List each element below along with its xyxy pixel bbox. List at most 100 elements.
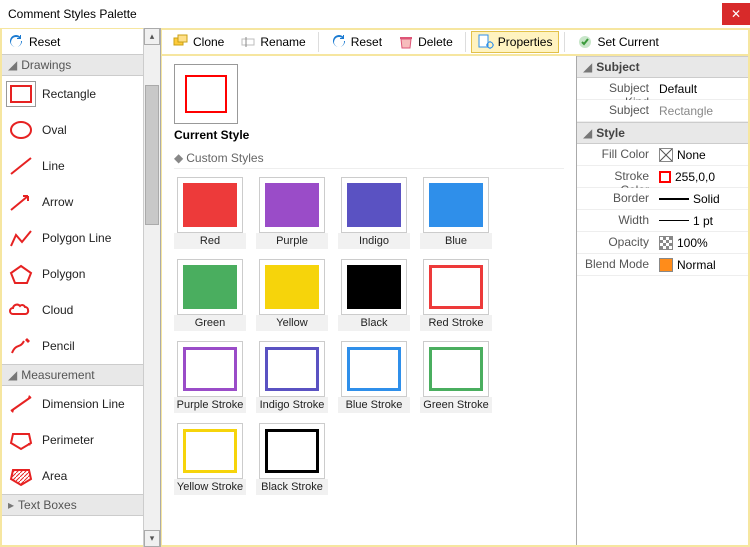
rectangle-icon <box>429 183 483 227</box>
group-subject[interactable]: ◢Subject <box>577 56 748 78</box>
style-thumb <box>259 177 325 233</box>
style-label: Purple <box>256 233 328 249</box>
style-thumb <box>423 341 489 397</box>
sidebar-item-cloud[interactable]: Cloud <box>2 292 143 328</box>
rectangle-icon <box>185 75 227 113</box>
sidebar-reset-button[interactable]: Reset <box>28 31 61 53</box>
sidebar-group-drawings[interactable]: ◢Drawings <box>2 55 143 76</box>
line-icon <box>6 153 36 179</box>
style-label: Yellow <box>256 315 328 331</box>
style-purple[interactable]: Purple <box>256 177 328 249</box>
close-button[interactable]: ✕ <box>722 3 750 25</box>
style-thumb <box>341 259 407 315</box>
sidebar-scrollbar[interactable]: ▴ ▾ <box>143 28 160 547</box>
border-value[interactable]: Solid <box>655 188 748 209</box>
opacity-value[interactable]: 100% <box>655 232 748 253</box>
style-label: Yellow Stroke <box>174 479 246 495</box>
rectangle-icon <box>183 183 237 227</box>
style-blue[interactable]: Blue <box>420 177 492 249</box>
width-value[interactable]: 1 pt <box>655 210 748 231</box>
sidebar-item-polygon-line[interactable]: Polygon Line <box>2 220 143 256</box>
arrow-icon <box>6 189 36 215</box>
sidebar-item-area[interactable]: Area <box>2 458 143 494</box>
rectangle-icon <box>183 265 237 309</box>
style-thumb <box>177 423 243 479</box>
rename-icon <box>240 34 256 50</box>
sidebar-group-text-boxes[interactable]: ▸Text Boxes <box>2 494 143 516</box>
style-thumb <box>177 341 243 397</box>
style-green[interactable]: Green <box>174 259 246 331</box>
properties-button[interactable]: Properties <box>471 31 560 53</box>
fill-color-value[interactable]: None <box>655 144 748 165</box>
cloud-icon <box>6 297 36 323</box>
dimension-icon <box>6 391 36 417</box>
scroll-up-icon[interactable]: ▴ <box>144 28 160 45</box>
style-thumb <box>259 341 325 397</box>
sidebar-item-perimeter[interactable]: Perimeter <box>2 422 143 458</box>
style-black[interactable]: Black <box>338 259 410 331</box>
sidebar-group-measurement[interactable]: ◢Measurement <box>2 364 143 386</box>
style-label: Purple Stroke <box>174 397 246 413</box>
style-indigo[interactable]: Indigo <box>338 177 410 249</box>
style-label: Red Stroke <box>420 315 492 331</box>
style-thumb <box>177 177 243 233</box>
style-thumb <box>259 259 325 315</box>
sidebar-item-label: Polygon <box>42 267 85 281</box>
current-style-label: Current Style <box>174 128 564 142</box>
style-red[interactable]: Red <box>174 177 246 249</box>
chevron-down-icon: ◢ <box>8 368 17 382</box>
set-current-button[interactable]: Set Current <box>570 31 665 53</box>
sidebar-item-label: Pencil <box>42 339 75 353</box>
sidebar-item-label: Rectangle <box>42 87 96 101</box>
opacity-swatch-icon <box>659 236 673 250</box>
group-style[interactable]: ◢Style <box>577 122 748 144</box>
current-style-thumb[interactable] <box>174 64 238 124</box>
toolbar-separator <box>564 32 565 52</box>
style-green-stroke[interactable]: Green Stroke <box>420 341 492 413</box>
reset-button[interactable]: Reset <box>324 31 389 53</box>
sidebar-item-rectangle[interactable]: Rectangle <box>2 76 143 112</box>
scroll-down-icon[interactable]: ▾ <box>144 530 160 547</box>
rectangle-icon <box>265 347 319 391</box>
style-yellow[interactable]: Yellow <box>256 259 328 331</box>
style-blue-stroke[interactable]: Blue Stroke <box>338 341 410 413</box>
rect-icon <box>6 81 36 107</box>
sidebar-item-label: Arrow <box>42 195 73 209</box>
sidebar-item-label: Perimeter <box>42 433 94 447</box>
style-label: Black Stroke <box>256 479 328 495</box>
sidebar-item-pencil[interactable]: Pencil <box>2 328 143 364</box>
style-thumb <box>341 341 407 397</box>
style-yellow-stroke[interactable]: Yellow Stroke <box>174 423 246 495</box>
sidebar-item-label: Oval <box>42 123 67 137</box>
rectangle-icon <box>265 265 319 309</box>
sidebar-item-oval[interactable]: Oval <box>2 112 143 148</box>
sidebar-reset-label: Reset <box>29 35 60 49</box>
style-label: Green <box>174 315 246 331</box>
delete-button[interactable]: Delete <box>391 31 460 53</box>
rectangle-icon <box>183 347 237 391</box>
style-black-stroke[interactable]: Black Stroke <box>256 423 328 495</box>
subject-kind-value[interactable]: Default <box>655 78 748 99</box>
custom-styles-header[interactable]: ◆Custom Styles <box>174 148 564 169</box>
rename-button[interactable]: Rename <box>233 31 312 53</box>
sidebar-item-line[interactable]: Line <box>2 148 143 184</box>
sidebar-item-dimension-line[interactable]: Dimension Line <box>2 386 143 422</box>
perimeter-icon <box>6 427 36 453</box>
subject-value[interactable]: Rectangle <box>655 100 748 121</box>
style-thumb <box>423 259 489 315</box>
style-red-stroke[interactable]: Red Stroke <box>420 259 492 331</box>
blend-mode-value[interactable]: Normal <box>655 254 748 275</box>
scroll-thumb[interactable] <box>145 85 159 225</box>
area-icon <box>6 463 36 489</box>
style-indigo-stroke[interactable]: Indigo Stroke <box>256 341 328 413</box>
style-purple-stroke[interactable]: Purple Stroke <box>174 341 246 413</box>
close-icon: ✕ <box>731 7 741 21</box>
clone-button[interactable]: Clone <box>166 31 231 53</box>
stroke-color-value[interactable]: 255,0,0 <box>655 166 748 187</box>
sidebar-item-polygon[interactable]: Polygon <box>2 256 143 292</box>
style-label: Indigo <box>338 233 410 249</box>
style-label: Blue Stroke <box>338 397 410 413</box>
rectangle-icon <box>265 429 319 473</box>
toolbar-separator <box>465 32 466 52</box>
sidebar-item-arrow[interactable]: Arrow <box>2 184 143 220</box>
